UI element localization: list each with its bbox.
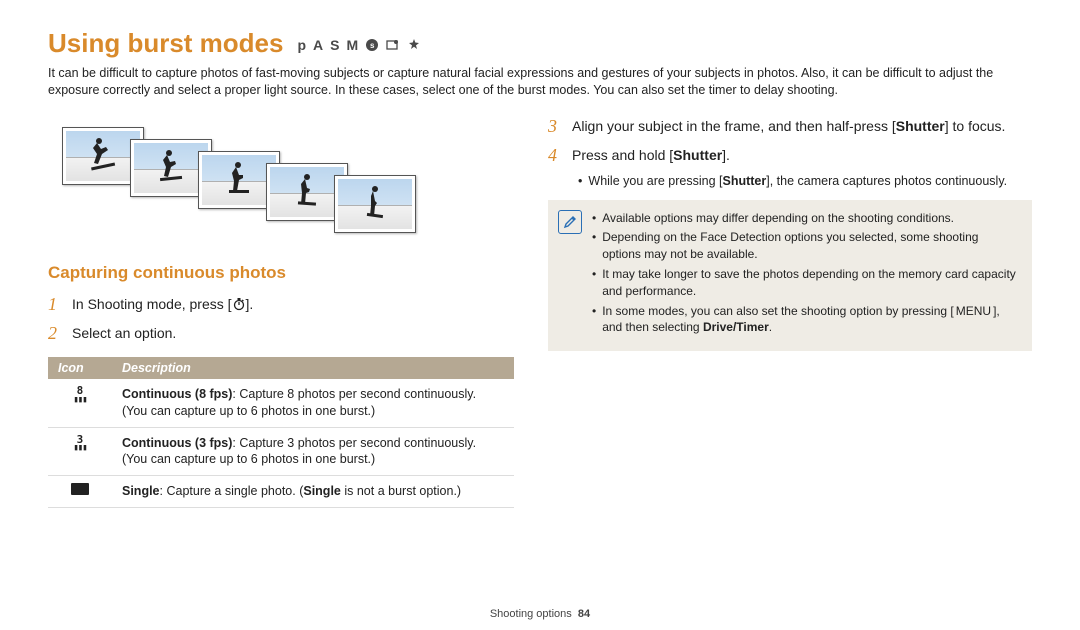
mode-s: S xyxy=(330,37,339,53)
mode-night-icon xyxy=(386,38,400,52)
note-item: Depending on the Face Detection options … xyxy=(592,229,1020,263)
title-row: Using burst modes p A S M s xyxy=(48,28,1032,59)
note-box: Available options may differ depending o… xyxy=(548,200,1032,352)
page-title: Using burst modes xyxy=(48,28,283,59)
step-number: 3 xyxy=(548,113,562,140)
mode-magic-icon xyxy=(407,38,421,52)
section-subhead: Capturing continuous photos xyxy=(48,263,514,283)
burst-3fps-icon: 3▮▮▮ xyxy=(48,427,112,476)
desc-cell: Continuous (3 fps): Capture 3 photos per… xyxy=(112,427,514,476)
mode-smart-icon: s xyxy=(365,38,379,52)
thumb-5 xyxy=(334,175,416,233)
note-list: Available options may differ depending o… xyxy=(592,210,1020,340)
right-column: 3 Align your subject in the frame, and t… xyxy=(548,113,1032,602)
mode-icons-group: p A S M s xyxy=(297,37,421,53)
mode-a: A xyxy=(313,37,323,53)
single-shot-icon xyxy=(48,476,112,508)
left-column: Capturing continuous photos 1 In Shootin… xyxy=(48,113,514,602)
table-row: Single: Capture a single photo. (Single … xyxy=(48,476,514,508)
menu-label: MENU xyxy=(954,303,993,320)
th-icon: Icon xyxy=(48,357,112,379)
step-text: Select an option. xyxy=(72,320,176,347)
page-footer: Shooting options 84 xyxy=(48,602,1032,620)
steps-left: 1 In Shooting mode, press []. 2 Select a… xyxy=(48,291,514,347)
step-number: 4 xyxy=(548,142,562,169)
step-number: 1 xyxy=(48,291,62,318)
note-icon xyxy=(558,210,582,234)
footer-section: Shooting options xyxy=(490,608,572,620)
burst-8fps-icon: 8▮▮▮ xyxy=(48,379,112,427)
desc-cell: Continuous (8 fps): Capture 8 photos per… xyxy=(112,379,514,427)
mode-p: p xyxy=(297,37,306,53)
note-item: Available options may differ depending o… xyxy=(592,210,1020,227)
step-4: 4 Press and hold [Shutter]. xyxy=(548,142,1032,169)
step-number: 2 xyxy=(48,320,62,347)
burst-illustration xyxy=(62,121,442,239)
step-3: 3 Align your subject in the frame, and t… xyxy=(548,113,1032,140)
content-columns: Capturing continuous photos 1 In Shootin… xyxy=(48,113,1032,602)
step-1: 1 In Shooting mode, press []. xyxy=(48,291,514,318)
step-text: Press and hold [Shutter]. xyxy=(572,142,730,169)
table-row: 3▮▮▮ Continuous (3 fps): Capture 3 photo… xyxy=(48,427,514,476)
intro-text: It can be difficult to capture photos of… xyxy=(48,65,1032,99)
step-text: In Shooting mode, press []. xyxy=(72,291,253,318)
table-row: 8▮▮▮ Continuous (8 fps): Capture 8 photo… xyxy=(48,379,514,427)
step-2: 2 Select an option. xyxy=(48,320,514,347)
note-item: It may take longer to save the photos de… xyxy=(592,266,1020,300)
footer-page-number: 84 xyxy=(578,608,590,620)
mode-m: M xyxy=(347,37,359,53)
timer-icon xyxy=(232,296,246,310)
desc-cell: Single: Capture a single photo. (Single … xyxy=(112,476,514,508)
th-desc: Description xyxy=(112,357,514,379)
manual-page: Using burst modes p A S M s It can be di… xyxy=(0,0,1080,630)
options-table: Icon Description 8▮▮▮ Continuous (8 fps)… xyxy=(48,357,514,508)
step-4-bullet: While you are pressing [Shutter], the ca… xyxy=(578,173,1032,190)
note-item: In some modes, you can also set the shoo… xyxy=(592,303,1020,337)
step-text: Align your subject in the frame, and the… xyxy=(572,113,1005,140)
